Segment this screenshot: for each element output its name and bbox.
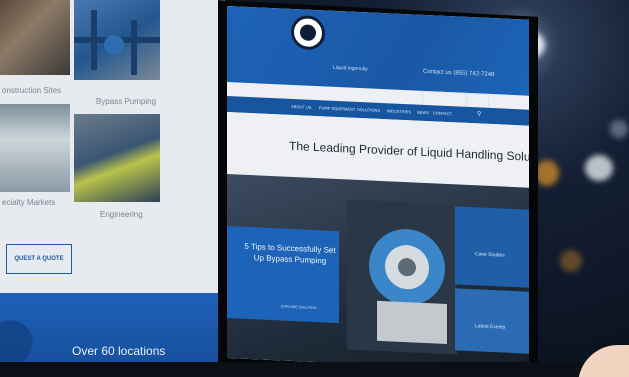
- bokeh-light: [560, 250, 582, 272]
- tagline: Liquid ingenuity: [333, 64, 368, 73]
- bokeh-light: [535, 160, 559, 186]
- bokeh-light: [610, 120, 628, 138]
- locations-banner: [0, 293, 225, 372]
- bokeh-light: [585, 155, 613, 181]
- search-icon[interactable]: ⚲: [477, 110, 481, 117]
- nav-item-contact[interactable]: CONTACT: [433, 110, 452, 116]
- company-logo[interactable]: [291, 14, 325, 51]
- right-monitor-screen: Liquid ingenuity Contact us (855) 742-72…: [227, 6, 529, 372]
- nav-item-solutions[interactable]: SOLUTIONS: [357, 107, 380, 113]
- case-studies-label[interactable]: Case Studies: [475, 251, 505, 258]
- locations-text: Over 60 locations: [72, 344, 166, 358]
- nav-item-pump-equipment[interactable]: PUMP EQUIPMENT: [319, 105, 355, 112]
- hand: [578, 345, 629, 377]
- specialty-caption[interactable]: ecialty Markets: [2, 198, 55, 207]
- nav-item-about[interactable]: ABOUT US: [291, 104, 311, 110]
- map-graphic: [0, 320, 33, 372]
- case-studies-card[interactable]: Case Studies: [455, 206, 529, 288]
- laptop-bezel: [0, 362, 629, 377]
- bypass-caption[interactable]: Bypass Pumping: [96, 97, 156, 106]
- engineering-photo: [74, 114, 160, 202]
- engineering-caption[interactable]: Engineering: [100, 210, 143, 219]
- site-header: Liquid ingenuity Contact us (855) 742-72…: [227, 6, 529, 96]
- construction-photo: [0, 0, 70, 75]
- specialty-photo: [0, 104, 70, 192]
- left-monitor-screen: onstruction Sites Bypass Pumping ecialty…: [0, 0, 225, 372]
- events-card[interactable]: Latest Events: [455, 288, 529, 354]
- construction-caption[interactable]: onstruction Sites: [2, 86, 61, 95]
- events-label[interactable]: Latest Events: [475, 323, 505, 330]
- contact-phone[interactable]: Contact us (855) 742-7248: [423, 69, 494, 78]
- scene: onstruction Sites Bypass Pumping ecialty…: [0, 0, 629, 377]
- request-quote-button[interactable]: QUEST A QUOTE: [6, 244, 72, 274]
- feature-title[interactable]: 5 Tips to Successfully Set Up Bypass Pum…: [243, 241, 337, 267]
- nav-item-industries[interactable]: INDUSTRIES: [387, 108, 411, 114]
- nav-item-news[interactable]: NEWS: [417, 110, 429, 116]
- pipe-equipment-graphic: [74, 10, 160, 75]
- bypass-photo: [74, 0, 160, 80]
